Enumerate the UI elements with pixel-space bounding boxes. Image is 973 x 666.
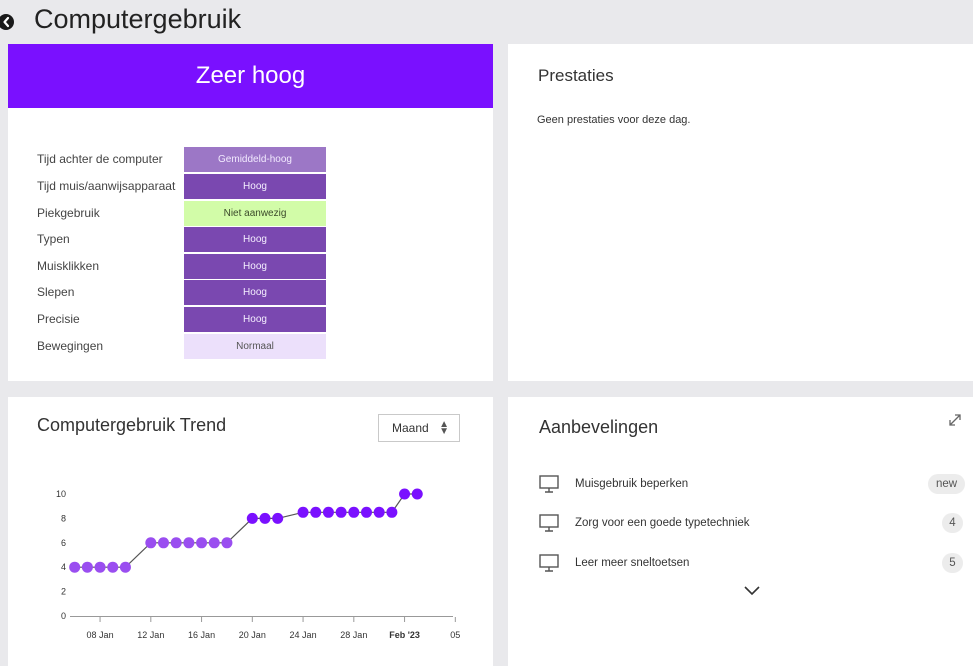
data-point[interactable] (69, 561, 81, 573)
y-tick-label: 6 (61, 538, 66, 548)
metric-row: Piekgebruik Niet aanwezig (8, 201, 493, 227)
metric-row: Bewegingen Normaal (8, 334, 493, 360)
usage-level-card: Zeer hoog Tijd achter de computer Gemidd… (8, 44, 493, 381)
data-point[interactable] (272, 512, 284, 524)
x-tick-label: 16 Jan (188, 630, 215, 640)
data-point[interactable] (373, 506, 385, 518)
new-badge: new (928, 474, 965, 494)
metric-level-badge: Hoog (184, 280, 326, 305)
recommendation-label: Muisgebruik beperken (575, 478, 689, 490)
y-tick-label: 4 (61, 562, 66, 572)
monitor-icon (539, 514, 559, 532)
x-tick-label: 12 Jan (137, 630, 164, 640)
achievements-card: Prestaties Geen prestaties voor deze dag… (508, 44, 973, 381)
data-point[interactable] (297, 506, 309, 518)
metric-label: Tijd achter de computer (37, 152, 163, 166)
data-point[interactable] (119, 561, 131, 573)
page-title: Computergebruik (34, 4, 242, 34)
metric-label: Tijd muis/aanwijsapparaat (37, 179, 176, 193)
data-point[interactable] (158, 537, 169, 549)
metric-label: Typen (37, 232, 70, 246)
data-point[interactable] (361, 506, 372, 518)
achievements-empty-text: Geen prestaties voor deze dag. (537, 114, 691, 126)
y-tick-label: 0 (61, 611, 66, 621)
top-bar: Computergebruik (0, 0, 973, 44)
data-point[interactable] (170, 537, 182, 549)
recommendation-label: Leer meer sneltoetsen (575, 557, 690, 569)
metric-level-badge: Hoog (184, 307, 326, 332)
data-point[interactable] (348, 506, 360, 518)
data-point[interactable] (322, 506, 334, 518)
y-tick-label: 8 (61, 513, 66, 523)
recommendation-item[interactable]: Leer meer sneltoetsen 5 (508, 553, 973, 577)
data-point[interactable] (145, 537, 157, 549)
metric-level-badge: Hoog (184, 174, 326, 199)
count-badge: 4 (942, 513, 963, 533)
y-tick-label: 10 (56, 489, 66, 499)
expand-icon[interactable] (949, 414, 961, 426)
x-tick-label: 28 Jan (340, 630, 367, 640)
x-tick-label: 24 Jan (290, 630, 317, 640)
metric-row: Typen Hoog (8, 227, 493, 253)
metric-label: Piekgebruik (37, 206, 100, 220)
data-point[interactable] (208, 537, 220, 549)
x-tick-label: 08 Jan (87, 630, 114, 640)
data-point[interactable] (386, 506, 398, 518)
x-tick-label: Feb '23 (389, 630, 420, 640)
metric-label: Slepen (37, 285, 75, 299)
trend-chart: 0 2 4 6 8 10 08 Jan 12 Jan 16 Jan 20 Jan 24 Jan 28 … (56, 488, 460, 640)
trend-card: Computergebruik Trend Maand ▲ ▼ 0 2 4 6 8 10 08… (8, 397, 493, 666)
metric-level-badge: Niet aanwezig (184, 201, 326, 226)
metric-row: Muisklikken Hoog (8, 254, 493, 280)
recommendations-card: Aanbevelingen Muisgebruik beperken new Z… (508, 397, 973, 666)
data-point[interactable] (94, 561, 106, 573)
metric-level-badge: Normaal (184, 334, 326, 359)
data-point[interactable] (399, 488, 411, 500)
metric-label: Precisie (37, 312, 80, 326)
x-tick-label: 20 Jan (239, 630, 266, 640)
data-point[interactable] (183, 537, 195, 549)
recommendation-item[interactable]: Muisgebruik beperken new (508, 474, 973, 498)
achievements-title: Prestaties (538, 66, 614, 85)
data-point[interactable] (107, 561, 119, 573)
data-point[interactable] (81, 561, 93, 573)
metric-row: Tijd achter de computer Gemiddeld-hoog (8, 147, 493, 173)
monitor-icon (539, 475, 559, 493)
usage-level-banner: Zeer hoog (8, 44, 493, 108)
series-line (74, 493, 418, 568)
metric-row: Slepen Hoog (8, 280, 493, 306)
back-arrow-icon[interactable] (0, 11, 22, 33)
data-point[interactable] (310, 506, 322, 518)
metric-level-badge: Hoog (184, 227, 326, 252)
data-point[interactable] (259, 512, 271, 524)
metric-level-badge: Hoog (184, 254, 326, 279)
metric-label: Muisklikken (37, 259, 100, 273)
recommendations-title: Aanbevelingen (539, 417, 659, 437)
metric-level-badge: Gemiddeld-hoog (184, 147, 326, 172)
metric-row: Precisie Hoog (8, 307, 493, 333)
data-point[interactable] (196, 537, 208, 549)
data-point[interactable] (335, 506, 347, 518)
count-badge: 5 (942, 553, 963, 573)
metric-row: Tijd muis/aanwijsapparaat Hoog (8, 174, 493, 200)
data-point[interactable] (411, 488, 423, 500)
chevron-down-icon[interactable] (743, 585, 761, 597)
monitor-icon (539, 554, 559, 572)
data-point[interactable] (221, 537, 233, 549)
y-tick-label: 2 (61, 587, 66, 597)
recommendation-item[interactable]: Zorg voor een goede typetechniek 4 (508, 513, 973, 537)
x-tick-label: 05 (450, 630, 460, 640)
recommendation-label: Zorg voor een goede typetechniek (575, 517, 750, 529)
data-point[interactable] (246, 512, 258, 524)
metric-label: Bewegingen (37, 339, 104, 353)
